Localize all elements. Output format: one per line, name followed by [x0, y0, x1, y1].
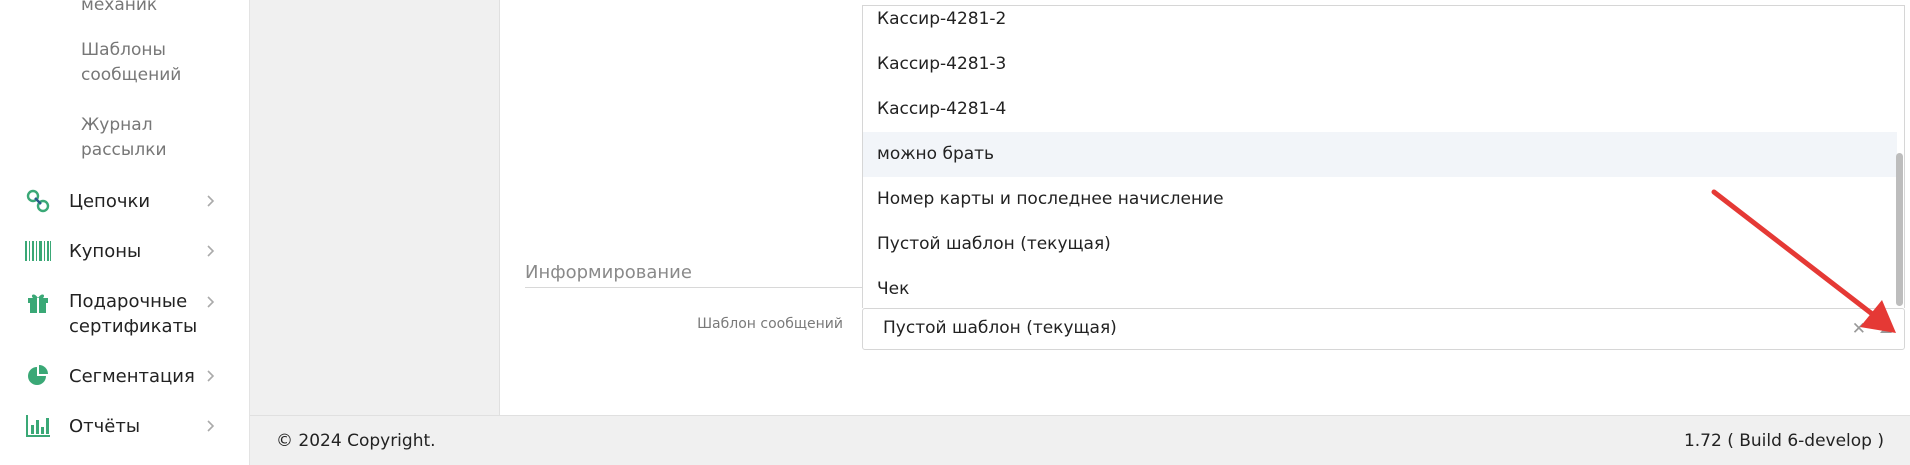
- sidebar-item-label: Цепочки: [69, 190, 151, 212]
- content-background: [250, 0, 499, 415]
- gift-icon: [24, 289, 52, 317]
- template-select-value: Пустой шаблон (текущая): [883, 318, 1117, 338]
- chevron-right-icon: [207, 420, 215, 432]
- sidebar-subitem-mailing-log[interactable]: Журнал рассылки: [81, 113, 221, 163]
- version-text: 1.72 ( Build 6-develop ): [1683, 431, 1884, 451]
- copyright-text: © 2024 Copyright.: [276, 431, 436, 451]
- annotation-arrow-icon: [1711, 189, 1896, 333]
- template-field-label: Шаблон сообщений: [697, 316, 843, 332]
- sidebar-item-coupons[interactable]: Купоны: [0, 231, 248, 271]
- link-chain-icon: [24, 187, 52, 215]
- sidebar-subitem-mechanics[interactable]: механик: [81, 0, 221, 18]
- sidebar-item-label: Отчёты: [69, 415, 141, 437]
- dropdown-option-highlighted[interactable]: можно брать: [863, 132, 1897, 177]
- chevron-right-icon: [207, 245, 215, 257]
- footer: © 2024 Copyright. 1.72 ( Build 6-develop…: [250, 415, 1910, 465]
- sidebar: механик Шаблоны сообщений Журнал рассылк…: [0, 0, 250, 465]
- chevron-right-icon: [207, 370, 215, 382]
- sidebar-item-label: Подарочные сертификаты: [69, 291, 198, 337]
- sidebar-item-gift-certificates[interactable]: Подарочные сертификаты: [0, 286, 248, 344]
- sidebar-subitem-message-templates[interactable]: Шаблоны сообщений: [81, 38, 221, 88]
- bar-chart-icon: [24, 412, 52, 440]
- dropdown-option[interactable]: Кассир-4281-3: [863, 42, 1897, 87]
- sidebar-item-reports[interactable]: Отчёты: [0, 406, 248, 446]
- section-title: Информирование: [525, 262, 692, 283]
- sidebar-item-segmentation[interactable]: Сегментация: [0, 356, 248, 396]
- sidebar-item-label: Купоны: [69, 240, 142, 262]
- sidebar-item-chains[interactable]: Цепочки: [0, 181, 248, 221]
- pie-chart-icon: [24, 362, 52, 390]
- chevron-right-icon: [207, 296, 215, 308]
- sidebar-item-label: Сегментация: [69, 365, 195, 387]
- chevron-right-icon: [207, 195, 215, 207]
- barcode-icon: [24, 237, 52, 265]
- dropdown-option[interactable]: Кассир-4281-4: [863, 87, 1897, 132]
- section-divider: [525, 287, 862, 288]
- dropdown-option[interactable]: Кассир-4281-2: [863, 6, 1897, 42]
